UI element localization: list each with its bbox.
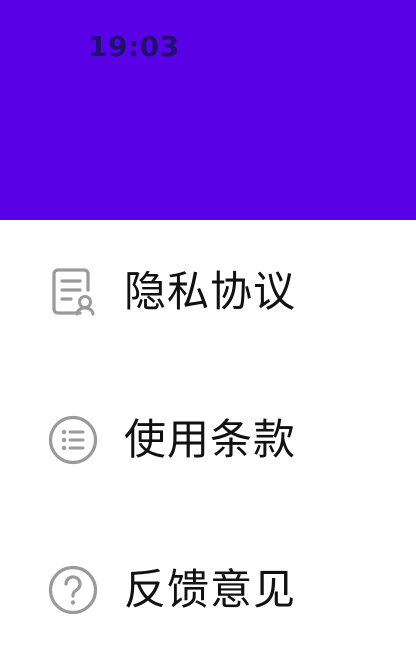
settings-menu: 隐私协议 使用条款 反馈意见 xyxy=(0,220,416,640)
privacy-document-icon xyxy=(46,265,100,319)
menu-item-label: 使用条款 xyxy=(124,415,297,464)
menu-item-privacy-policy[interactable]: 隐私协议 xyxy=(0,237,416,347)
question-circle-icon xyxy=(46,563,100,617)
list-circle-icon xyxy=(46,413,100,467)
menu-item-label: 反馈意见 xyxy=(124,565,297,614)
menu-item-label: 隐私协议 xyxy=(124,267,297,316)
status-bar-time: 19:03 xyxy=(88,30,180,63)
app-header: 19:03 xyxy=(0,0,416,220)
menu-item-feedback[interactable]: 反馈意见 xyxy=(0,535,416,645)
menu-item-terms-of-use[interactable]: 使用条款 xyxy=(0,385,416,495)
